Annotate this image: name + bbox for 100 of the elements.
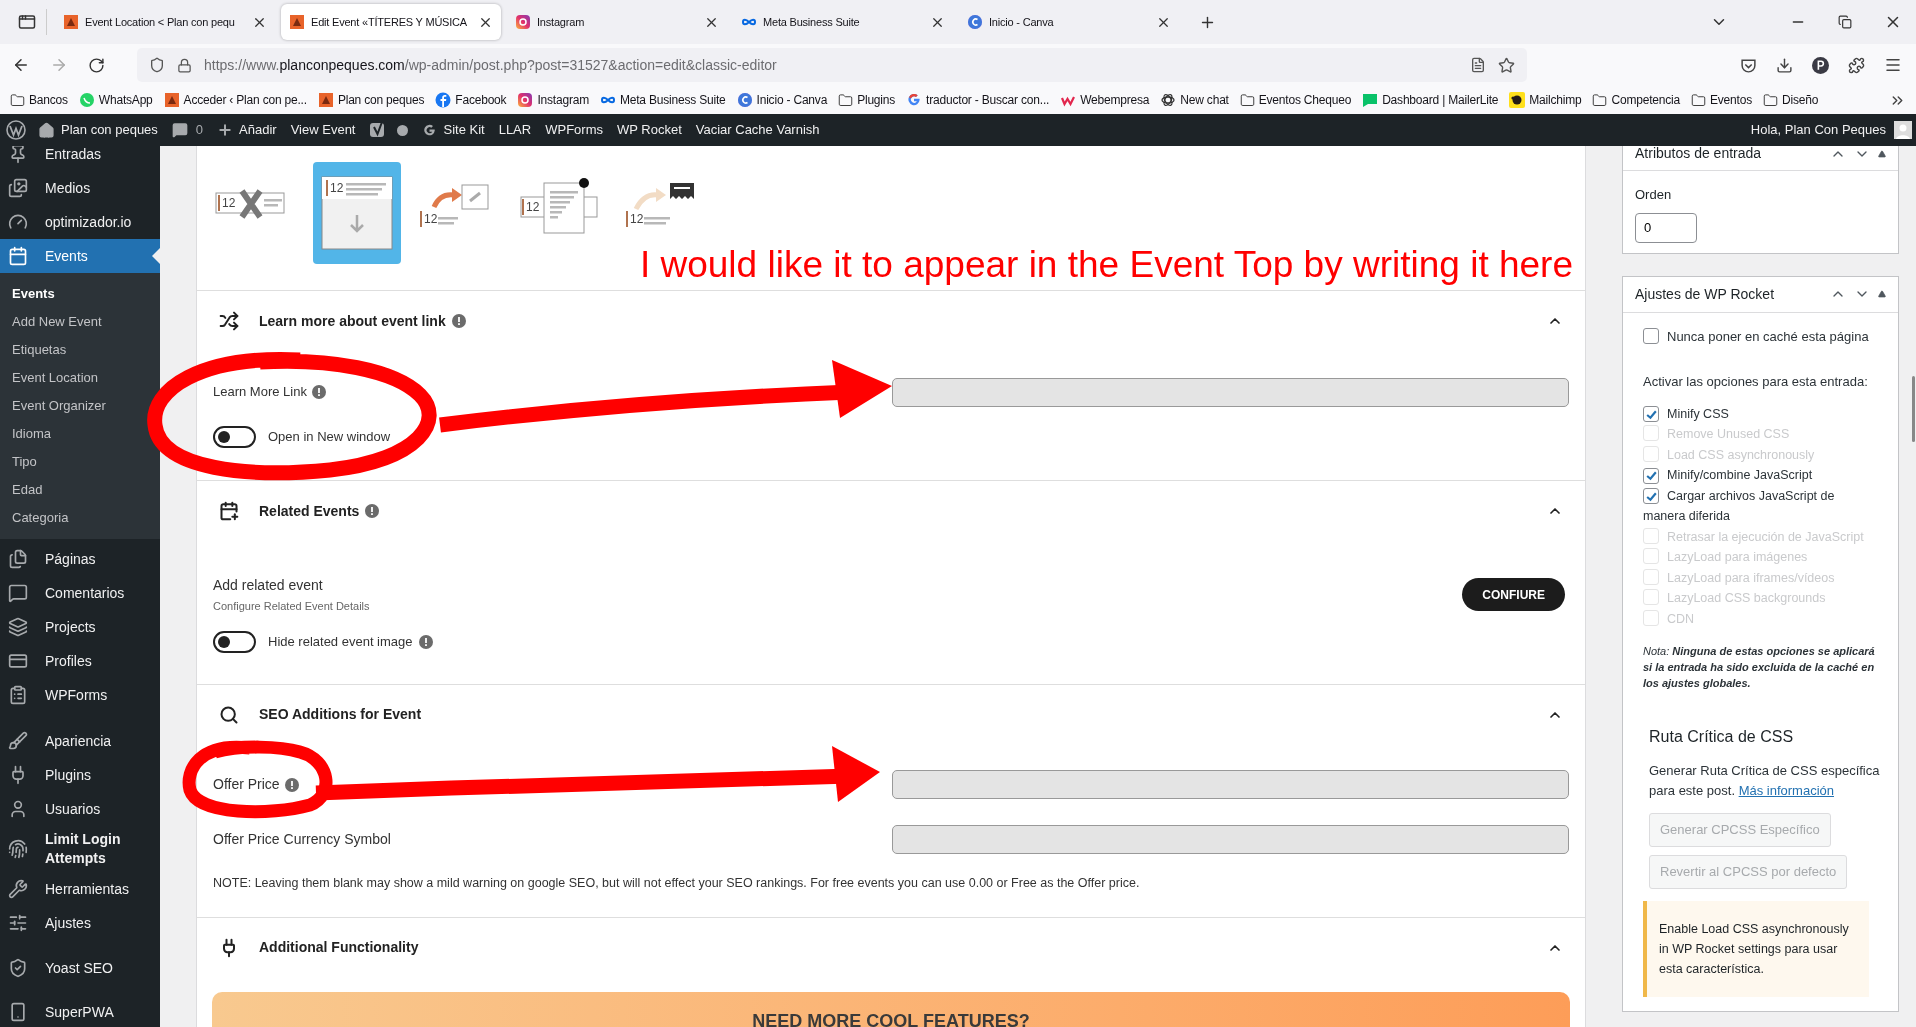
sidebar-item[interactable]: SuperPWA xyxy=(0,995,160,1027)
text-field[interactable] xyxy=(891,825,1569,854)
checkbox[interactable] xyxy=(1643,406,1659,422)
address-bar[interactable]: https://www.planconpeques.com/wp-admin/post.php?post=31527&action=edit&classic-editor xyxy=(137,48,1527,82)
bookmark-item[interactable]: Instagram xyxy=(517,91,589,109)
sidebar-item[interactable]: Profiles xyxy=(0,644,160,678)
submenu-item[interactable]: Events xyxy=(0,280,160,308)
bookmark-item[interactable]: Acceder ‹ Plan con pe... xyxy=(163,91,307,109)
submenu-item[interactable]: Tipo xyxy=(0,448,160,476)
sidebar-item[interactable]: Events xyxy=(0,239,160,273)
layout-option[interactable]: 12 xyxy=(517,162,605,264)
sidebar-item[interactable]: Plugins xyxy=(0,758,160,792)
menu-icon[interactable] xyxy=(1884,56,1902,74)
toggle-switch[interactable] xyxy=(213,630,256,653)
sidebar-item[interactable]: Comentarios xyxy=(0,576,160,610)
toolbar-link[interactable]: WPForms xyxy=(545,120,603,140)
toggle-panel-icon[interactable] xyxy=(1878,149,1886,158)
bookmark-item[interactable]: Facebook xyxy=(435,91,507,109)
folder-icon xyxy=(1592,92,1608,108)
sidebar-item[interactable]: Ajustes xyxy=(0,906,160,940)
bookmark-item[interactable]: New chat xyxy=(1160,91,1229,109)
submenu-item[interactable]: Etiquetas xyxy=(0,336,160,364)
sidebar-item[interactable]: Yoast SEO xyxy=(0,951,160,985)
layout-option[interactable]: 12 xyxy=(415,162,503,264)
sidebar-item[interactable]: optimizador.io xyxy=(0,205,160,239)
sidebar-item[interactable]: Usuarios xyxy=(0,792,160,826)
more-info-link[interactable]: Más información xyxy=(1738,783,1834,798)
toggle-switch[interactable] xyxy=(213,426,256,448)
browser-tab[interactable]: Edit Event «TÍTERES Y MÚSICA xyxy=(281,4,501,40)
toolbar-link[interactable]: LLAR xyxy=(498,120,532,140)
browser-tab[interactable]: Event Location < Plan con pequ xyxy=(55,4,275,40)
bookmark-item[interactable]: Competencia xyxy=(1592,91,1680,109)
browser-tab[interactable]: Instagram xyxy=(507,4,727,40)
field-hint: Configure Related Event Details xyxy=(213,599,371,614)
wordpress-logo-icon[interactable] xyxy=(6,120,26,140)
browser-tab[interactable]: Meta Business Suite xyxy=(733,4,953,40)
sidebar-item[interactable]: Herramientas xyxy=(0,872,160,906)
profile-avatar-icon[interactable] xyxy=(1812,56,1829,74)
folder-icon xyxy=(1691,92,1706,108)
extensions-icon[interactable] xyxy=(1848,56,1865,74)
site-kit-link[interactable]: Site Kit xyxy=(422,120,485,140)
bookmark-item[interactable]: Plan con peques xyxy=(317,91,425,109)
submenu-item[interactable]: Categoria xyxy=(0,504,160,532)
bookmark-item[interactable]: Plugins xyxy=(838,91,896,109)
sidebar-item[interactable]: Entradas xyxy=(0,146,160,171)
submenu-item[interactable]: Add New Event xyxy=(0,308,160,336)
bookmark-item[interactable]: traductor - Buscar con... xyxy=(906,91,1050,109)
configure-button[interactable]: CONFIURE xyxy=(1462,578,1565,612)
reload-icon[interactable] xyxy=(88,56,105,74)
browser-tab[interactable]: Inicio - Canva xyxy=(959,4,1179,40)
site-link[interactable]: Plan con peques xyxy=(38,120,158,140)
bookmark-item[interactable]: Bancos xyxy=(10,91,68,109)
add-new-link[interactable]: Añadir xyxy=(217,120,277,140)
toolbar-link[interactable]: WP Rocket xyxy=(616,120,682,140)
order-field[interactable]: 0 xyxy=(1635,212,1697,243)
annotation-text: I would like it to appear in the Event Top by writing it here xyxy=(639,244,1573,286)
greeting-text[interactable]: Hola, Plan Con Peques xyxy=(1750,120,1886,140)
checkbox[interactable] xyxy=(1643,467,1659,484)
submenu-item[interactable]: Edad xyxy=(0,476,160,504)
checkbox[interactable] xyxy=(1643,327,1659,344)
layout-option[interactable]: 12 xyxy=(211,162,299,264)
toggle-panel-icon[interactable] xyxy=(1878,290,1886,298)
bookmark-star-icon[interactable] xyxy=(1498,56,1515,74)
checkbox[interactable] xyxy=(1643,488,1659,504)
url-text: https://www.planconpeques.com/wp-admin/post.php?post=31527&action=edit&classic-editor xyxy=(204,55,777,75)
sidebar-item[interactable]: Limit Login Attempts xyxy=(0,826,160,872)
bookmark-item[interactable]: Webempresa xyxy=(1060,91,1150,109)
bookmark-item[interactable]: Mailchimp xyxy=(1509,91,1582,109)
comments-link[interactable]: 0 xyxy=(171,120,204,140)
scrollbar-thumb[interactable] xyxy=(1912,376,1915,442)
back-icon[interactable] xyxy=(12,56,30,74)
bookmark-item[interactable]: Eventos Chequeo xyxy=(1239,91,1352,109)
pocket-icon[interactable] xyxy=(1740,56,1757,74)
submenu-item[interactable]: Event Organizer xyxy=(0,392,160,420)
tab-list-icon[interactable] xyxy=(18,13,36,31)
reader-view-icon[interactable] xyxy=(1470,57,1486,73)
info-icon xyxy=(418,634,433,649)
sidebar-item[interactable]: Páginas xyxy=(0,542,160,576)
toolbar-link[interactable]: Vaciar Cache Varnish xyxy=(695,120,820,140)
submenu-item[interactable]: Event Location xyxy=(0,364,160,392)
text-field[interactable] xyxy=(891,377,1569,407)
toolbar-link[interactable]: View Event xyxy=(290,120,356,140)
bookmark-item[interactable]: Diseño xyxy=(1762,91,1819,109)
brush-icon xyxy=(8,731,28,751)
bookmark-item[interactable]: Eventos xyxy=(1691,91,1752,109)
section-title: Additional Functionality xyxy=(259,938,419,957)
text-field[interactable] xyxy=(891,770,1569,799)
sidebar-item[interactable]: Apariencia xyxy=(0,724,160,758)
sidebar-item[interactable]: Projects xyxy=(0,610,160,644)
sidebar-item[interactable]: Medios xyxy=(0,171,160,205)
bookmark-item[interactable]: Meta Business Suite xyxy=(599,91,726,109)
bookmark-item[interactable]: WhatsApp xyxy=(78,91,153,109)
sidebar-item[interactable]: WPForms xyxy=(0,678,160,712)
submenu-item[interactable]: Idioma xyxy=(0,420,160,448)
knot-logo-icon xyxy=(1160,92,1177,108)
bookmark-item[interactable]: Inicio - Canva xyxy=(736,91,828,109)
bookmark-item[interactable]: Dashboard | MailerLite xyxy=(1362,91,1499,109)
layout-option[interactable]: 12 xyxy=(313,162,401,264)
restore-icon[interactable] xyxy=(1838,15,1852,29)
download-icon[interactable] xyxy=(1776,56,1793,74)
